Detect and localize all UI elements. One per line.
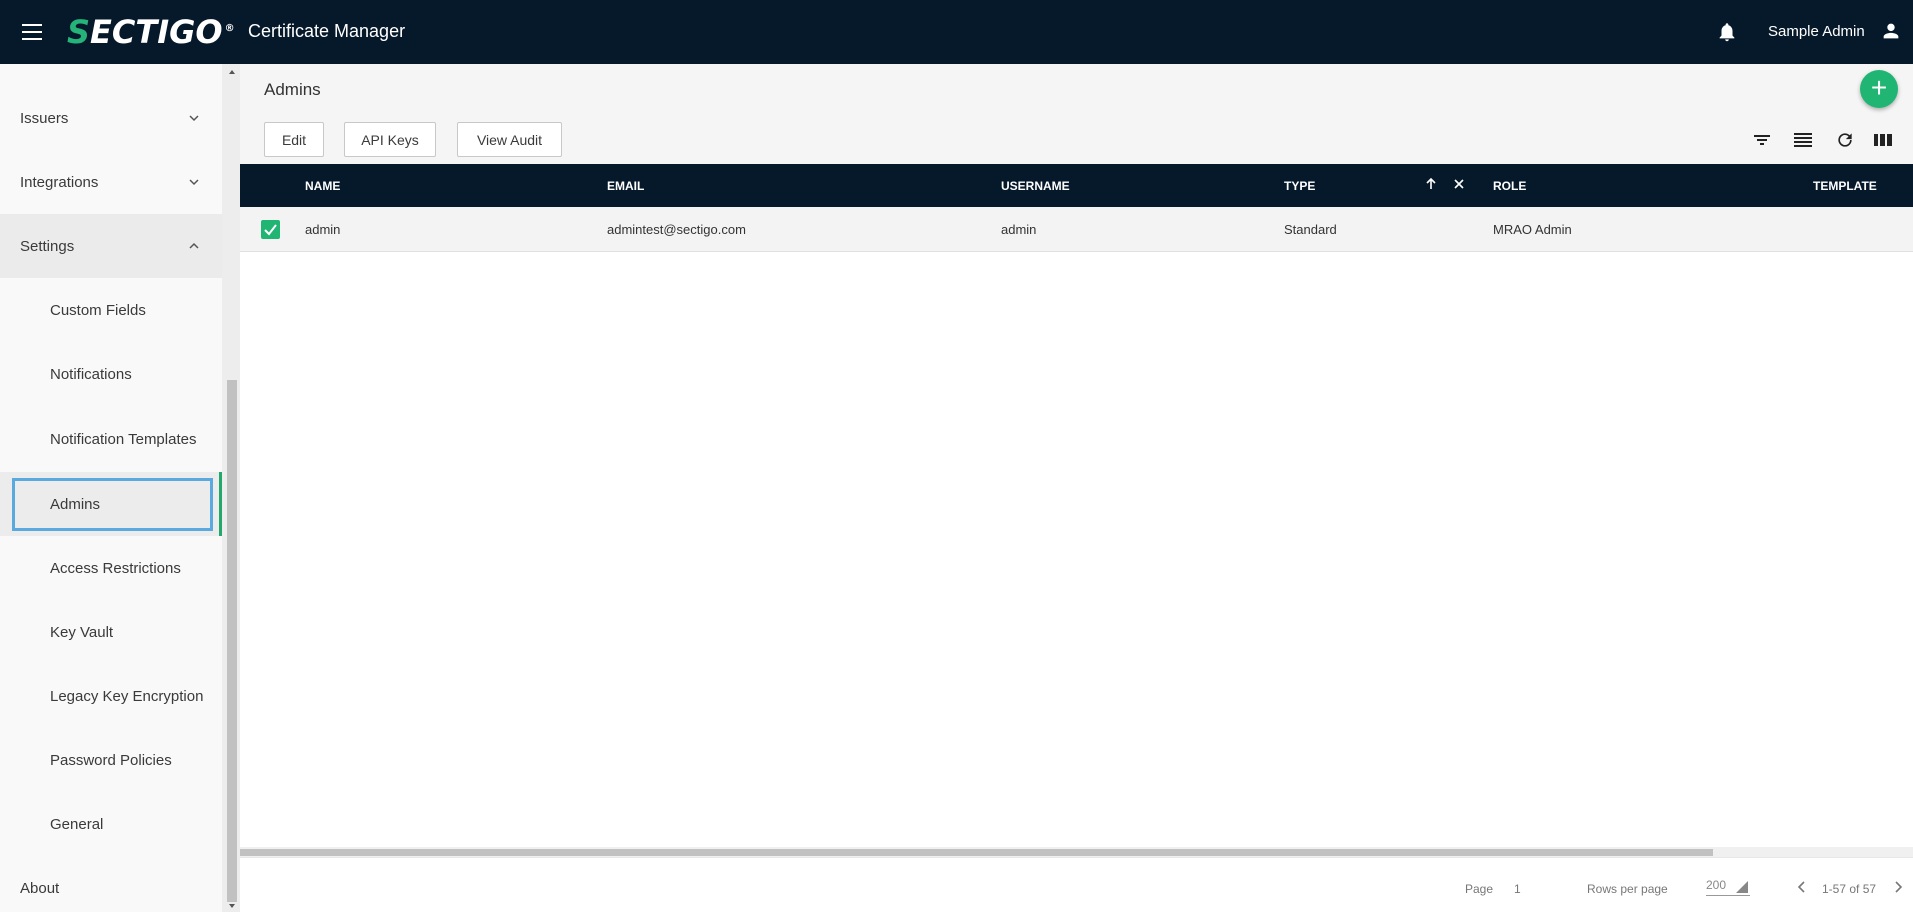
scroll-down-arrow-icon[interactable]	[227, 902, 237, 910]
page-title: Admins	[264, 80, 321, 99]
sidebar-item-about[interactable]: About	[0, 856, 222, 912]
sidebar-item-label: Password Policies	[50, 751, 172, 769]
add-admin-button[interactable]: +	[1860, 70, 1898, 108]
sidebar-item-general[interactable]: General	[0, 792, 222, 856]
chevron-up-icon	[189, 242, 199, 249]
table-footer: Page 1 Rows per page 200 1-57 of 57	[240, 857, 1913, 912]
sidebar-item-settings[interactable]: Settings	[0, 214, 222, 278]
main-content: Admins + Edit API Keys View Audit NAME E…	[240, 64, 1913, 912]
previous-page-icon[interactable]	[1796, 880, 1808, 894]
next-page-icon[interactable]	[1892, 880, 1904, 894]
column-header-name[interactable]: NAME	[305, 179, 340, 193]
sidebar-item-password-policies[interactable]: Password Policies	[0, 728, 222, 792]
refresh-icon[interactable]	[1834, 130, 1856, 150]
column-header-email[interactable]: EMAIL	[607, 179, 644, 193]
sidebar-item-label: Settings	[20, 237, 75, 255]
page-label: Page	[1465, 882, 1494, 896]
column-header-type[interactable]: TYPE	[1284, 179, 1315, 193]
checkmark-icon	[264, 224, 277, 236]
columns-icon[interactable]	[1872, 130, 1894, 150]
chevron-down-icon	[189, 115, 199, 122]
cell-type: Standard	[1284, 222, 1337, 237]
table-header: NAME EMAIL USERNAME TYPE ROLE TEMPLATE	[240, 164, 1913, 207]
sidebar-item-key-vault[interactable]: Key Vault	[0, 600, 222, 664]
logo-registered: ®	[224, 23, 235, 35]
cell-email: admintest@sectigo.com	[607, 222, 746, 237]
api-keys-button[interactable]: API Keys	[344, 122, 436, 157]
sidebar-item-issuers[interactable]: Issuers	[0, 86, 222, 150]
row-checkbox[interactable]	[261, 220, 280, 239]
scroll-up-arrow-icon[interactable]	[227, 68, 237, 76]
rows-per-page-select[interactable]: 200	[1706, 878, 1750, 896]
sectigo-logo[interactable]: SECTIGO ®	[67, 12, 235, 52]
filter-icon[interactable]	[1751, 130, 1773, 150]
sidebar-item-label: General	[50, 815, 104, 833]
user-icon[interactable]	[1880, 20, 1902, 42]
view-audit-button[interactable]: View Audit	[457, 122, 562, 157]
table-row[interactable]: admin admintest@sectigo.com admin Standa…	[240, 207, 1913, 252]
cell-username: admin	[1001, 222, 1037, 237]
sidebar-item-legacy-key-encryption[interactable]: Legacy Key Encryption	[0, 664, 222, 728]
user-name[interactable]: Sample Admin	[1768, 23, 1865, 40]
logo-s: S	[67, 13, 91, 51]
sidebar-item-label: Key Vault	[50, 623, 114, 641]
sidebar-item-notifications[interactable]: Notifications	[0, 342, 222, 406]
sidebar-item-custom-fields[interactable]: Custom Fields	[0, 278, 222, 342]
page-header: Admins + Edit API Keys View Audit	[240, 64, 1913, 164]
sidebar-item-label: Access Restrictions	[50, 559, 181, 577]
cell-name: admin	[305, 222, 341, 237]
sidebar-item-label: About	[20, 879, 60, 897]
sidebar-item-label: Custom Fields	[50, 301, 146, 319]
sidebar-item-label: Admins	[50, 495, 101, 513]
menu-icon[interactable]	[22, 24, 42, 40]
top-bar: SECTIGO ® Certificate Manager Sample Admi…	[0, 0, 1913, 64]
column-header-username[interactable]: USERNAME	[1001, 179, 1070, 193]
app-title: Certificate Manager	[248, 21, 406, 41]
sidebar-item-label: Integrations	[20, 173, 99, 191]
sidebar-item-label: Notifications	[50, 365, 132, 383]
edit-button[interactable]: Edit	[264, 122, 324, 157]
dropdown-triangle-icon	[1736, 881, 1748, 893]
logo-text: ECTIGO	[90, 13, 223, 51]
rows-per-page-value: 200	[1706, 878, 1727, 892]
pagination-range: 1-57 of 57	[1822, 882, 1877, 896]
sidebar-item-access-restrictions[interactable]: Access Restrictions	[0, 536, 222, 600]
chevron-down-icon	[189, 179, 199, 186]
clear-sort-icon[interactable]	[1452, 177, 1466, 191]
density-icon[interactable]	[1792, 130, 1814, 150]
sidebar-item-label: Issuers	[20, 109, 69, 127]
sidebar-item-label: Legacy Key Encryption	[50, 687, 204, 705]
sort-ascending-icon[interactable]	[1424, 177, 1438, 191]
sidebar-scrollbar-thumb[interactable]	[227, 380, 237, 902]
cell-role: MRAO Admin	[1493, 222, 1572, 237]
sidebar-item-notification-templates[interactable]: Notification Templates	[0, 407, 222, 471]
page-number-input[interactable]: 1	[1514, 882, 1521, 896]
table-horizontal-scrollbar[interactable]	[240, 847, 1913, 857]
horizontal-scrollbar-thumb[interactable]	[240, 849, 1713, 856]
sidebar-item-integrations[interactable]: Integrations	[0, 150, 222, 214]
sidebar-item-admins[interactable]: Admins	[0, 472, 222, 536]
sidebar-item-label: Notification Templates	[50, 430, 197, 448]
column-header-template[interactable]: TEMPLATE	[1813, 179, 1877, 193]
column-header-role[interactable]: ROLE	[1493, 179, 1526, 193]
rows-per-page-label: Rows per page	[1587, 882, 1668, 896]
notification-bell-icon[interactable]	[1716, 20, 1738, 44]
sidebar: Issuers Integrations Settings Custom Fie…	[0, 64, 240, 912]
